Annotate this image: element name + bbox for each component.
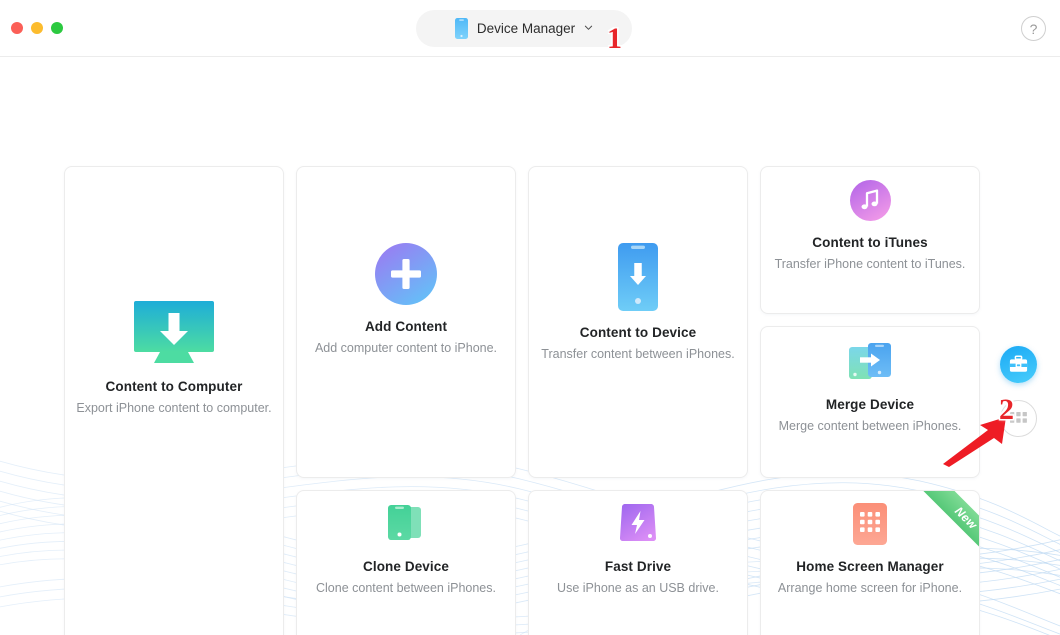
toolbox-icon — [1009, 355, 1028, 372]
title-bar: Device Manager ? — [0, 0, 1060, 57]
card-description: Arrange home screen for iPhone. — [777, 581, 963, 595]
annotation-number-1: 1 — [607, 22, 622, 55]
device-manager-dropdown[interactable]: Device Manager — [416, 10, 632, 47]
chevron-down-icon — [584, 25, 593, 30]
toolbox-button[interactable] — [1000, 346, 1037, 383]
card-title: Content to iTunes — [812, 235, 928, 250]
card-add-content[interactable]: Add Content Add computer content to iPho… — [296, 166, 516, 478]
card-title: Content to Computer — [105, 379, 243, 394]
card-title: Fast Drive — [604, 559, 672, 574]
help-button[interactable]: ? — [1021, 16, 1046, 41]
card-description: Clone content between iPhones. — [316, 581, 496, 595]
card-description: Add computer content to iPhone. — [314, 341, 498, 355]
card-title: Content to Device — [579, 325, 697, 340]
card-description: Export iPhone content to computer. — [76, 401, 272, 415]
merge-phones-icon — [761, 341, 979, 383]
card-clone-device[interactable]: Clone Device Clone content between iPhon… — [296, 490, 516, 635]
phone-download-icon — [529, 243, 747, 311]
card-title: Add Content — [364, 319, 448, 334]
drive-lightning-icon — [529, 503, 747, 545]
device-manager-label: Device Manager — [476, 21, 576, 36]
plus-circle-icon — [297, 243, 515, 305]
card-description: Use iPhone as an USB drive. — [557, 581, 719, 595]
card-title: Merge Device — [825, 397, 915, 412]
phone-icon — [454, 18, 468, 39]
maximize-window-button[interactable] — [51, 22, 63, 34]
main-content: Content to Computer Export iPhone conten… — [0, 57, 1060, 635]
card-title: Home Screen Manager — [796, 559, 944, 574]
card-content-to-computer[interactable]: Content to Computer Export iPhone conten… — [64, 166, 284, 635]
phone-grid-icon — [761, 503, 979, 545]
music-note-circle-icon — [761, 180, 979, 221]
window-controls — [11, 22, 63, 34]
card-merge-device[interactable]: Merge Device Merge content between iPhon… — [760, 326, 980, 478]
card-description: Transfer content between iPhones. — [541, 347, 735, 361]
minimize-window-button[interactable] — [31, 22, 43, 34]
card-content-to-itunes[interactable]: Content to iTunes Transfer iPhone conten… — [760, 166, 980, 314]
close-window-button[interactable] — [11, 22, 23, 34]
card-fast-drive[interactable]: Fast Drive Use iPhone as an USB drive. — [528, 490, 748, 635]
help-icon: ? — [1029, 20, 1038, 37]
card-description: Merge content between iPhones. — [778, 419, 962, 433]
card-home-screen-manager[interactable]: New Home Screen Manager Arrange home scr… — [760, 490, 980, 635]
card-description: Transfer iPhone content to iTunes. — [774, 257, 966, 271]
annotation-number-2: 2 — [999, 393, 1014, 426]
card-title: Clone Device — [363, 559, 449, 574]
card-content-to-device[interactable]: Content to Device Transfer content betwe… — [528, 166, 748, 478]
monitor-download-icon — [65, 301, 283, 365]
clone-phones-icon — [297, 503, 515, 545]
